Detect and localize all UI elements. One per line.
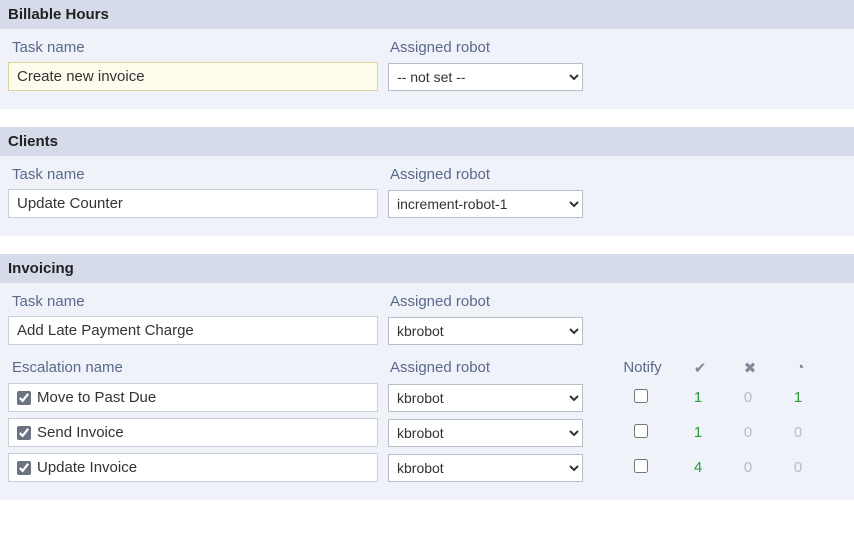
section-title: Invoicing	[0, 254, 854, 283]
notify-checkbox[interactable]	[634, 459, 648, 473]
fail-count: 0	[723, 424, 773, 441]
section-body: Task nameAssigned robot Create new invoic…	[0, 29, 854, 109]
success-count: 1	[673, 389, 723, 406]
section-title: Clients	[0, 127, 854, 156]
success-count: 4	[673, 459, 723, 476]
escalation-name-label: Move to Past Due	[37, 389, 156, 406]
section-title: Billable Hours	[0, 0, 854, 29]
check-icon: ✔	[694, 359, 707, 377]
assigned-robot-select[interactable]: -- not set --increment-robot-1kbrobot	[388, 63, 583, 91]
escalation-header-row: Escalation nameAssigned robot Notify ✔ ✖ ◔	[8, 359, 846, 377]
escalation-enabled-checkbox[interactable]	[17, 426, 31, 440]
task-name-input[interactable]: Create new invoice	[8, 62, 378, 91]
assigned-robot-select[interactable]: -- not set --increment-robot-1kbrobot	[388, 454, 583, 482]
pending-count: 1	[773, 389, 823, 406]
escalation-row: Update Invoice -- not set --increment-rob…	[8, 453, 846, 482]
config-section: Billable Hours Task nameAssigned robot Cre…	[0, 0, 854, 109]
task-row: Create new invoice -- not set --increment…	[8, 62, 846, 91]
escalation-name-label: Send Invoice	[37, 424, 124, 441]
notify-checkbox[interactable]	[634, 424, 648, 438]
section-body: Task nameAssigned robotAdd Late Payment …	[0, 283, 854, 500]
assigned-robot-header: Assigned robot	[390, 359, 590, 377]
task-name-header: Task name	[10, 39, 390, 56]
success-count: 1	[673, 424, 723, 441]
assigned-robot-select[interactable]: -- not set --increment-robot-1kbrobot	[388, 317, 583, 345]
escalation-item: Move to Past Due	[8, 383, 378, 412]
pending-count: 0	[773, 459, 823, 476]
escalation-item: Update Invoice	[8, 453, 378, 482]
task-name-input[interactable]: Add Late Payment Charge	[8, 316, 378, 345]
clock-icon: ◔	[795, 359, 804, 376]
escalation-row: Send Invoice -- not set --increment-robot…	[8, 418, 846, 447]
escalation-item: Send Invoice	[8, 418, 378, 447]
assigned-robot-select[interactable]: -- not set --increment-robot-1kbrobot	[388, 384, 583, 412]
notify-header: Notify	[610, 359, 675, 377]
escalation-name-header: Escalation name	[10, 359, 390, 377]
assigned-robot-header: Assigned robot	[390, 39, 590, 56]
task-header-row: Task nameAssigned robot	[8, 293, 846, 310]
escalation-enabled-checkbox[interactable]	[17, 391, 31, 405]
x-icon: ✖	[744, 359, 757, 377]
assigned-robot-header: Assigned robot	[390, 166, 590, 183]
config-section: InvoicingTask nameAssigned robotAdd Late…	[0, 254, 854, 500]
fail-count: 0	[723, 389, 773, 406]
config-section: Clients Task nameAssigned robot Update Cou…	[0, 127, 854, 236]
task-name-input[interactable]: Update Counter	[8, 189, 378, 218]
assigned-robot-header: Assigned robot	[390, 293, 590, 310]
task-name-header: Task name	[10, 166, 390, 183]
notify-checkbox[interactable]	[634, 389, 648, 403]
fail-count: 0	[723, 459, 773, 476]
section-body: Task nameAssigned robot Update Counter -- …	[0, 156, 854, 236]
task-header-row: Task nameAssigned robot	[8, 166, 846, 183]
assigned-robot-select[interactable]: -- not set --increment-robot-1kbrobot	[388, 419, 583, 447]
pending-count: 0	[773, 424, 823, 441]
task-header-row: Task nameAssigned robot	[8, 39, 846, 56]
task-row: Add Late Payment Charge -- not set --incr…	[8, 316, 846, 345]
assigned-robot-select[interactable]: -- not set --increment-robot-1kbrobot	[388, 190, 583, 218]
task-row: Update Counter -- not set --increment-rob…	[8, 189, 846, 218]
escalation-enabled-checkbox[interactable]	[17, 461, 31, 475]
escalation-name-label: Update Invoice	[37, 459, 137, 476]
task-name-header: Task name	[10, 293, 390, 310]
escalation-row: Move to Past Due -- not set --increment-r…	[8, 383, 846, 412]
